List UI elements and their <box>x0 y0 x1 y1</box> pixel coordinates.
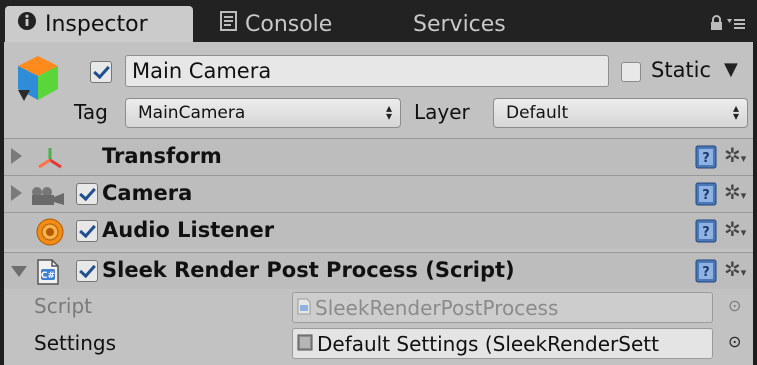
svg-text:C#: C# <box>41 271 55 281</box>
script-object-field: SleekRenderPostProcess <box>292 292 713 323</box>
component-camera[interactable]: Camera ? ✲▾ <box>4 175 753 212</box>
svg-text:?: ? <box>702 265 710 280</box>
name-value: Main Camera <box>132 59 272 83</box>
audio-listener-icon <box>36 218 64 250</box>
active-checkbox[interactable] <box>90 61 112 83</box>
transform-axes-icon <box>36 145 64 175</box>
tab-bar: Inspector Console Services <box>0 0 757 42</box>
gameobject-cube-icon <box>14 54 62 104</box>
dropdown-arrows-icon: ▴ ▾ <box>385 101 392 123</box>
tag-dropdown[interactable]: MainCamera ▴ ▾ <box>125 98 401 128</box>
component-audio-listener[interactable]: Audio Listener ? ✲▾ <box>4 212 753 249</box>
svg-text:?: ? <box>702 151 710 166</box>
tab-inspector[interactable]: Inspector <box>5 6 193 42</box>
tag-label: Tag <box>74 100 108 124</box>
property-label: Script <box>34 294 93 318</box>
help-icon[interactable]: ? <box>695 219 717 243</box>
property-label: Settings <box>34 331 117 355</box>
settings-object-field[interactable]: Default Settings (SleekRenderSett <box>292 328 713 359</box>
static-checkbox[interactable] <box>621 62 641 82</box>
object-picker-icon[interactable]: ⊙ <box>728 332 741 351</box>
help-icon[interactable]: ? <box>695 182 717 206</box>
component-enabled-checkbox[interactable] <box>76 183 98 205</box>
tab-services[interactable]: Services <box>413 6 506 42</box>
info-icon <box>17 11 37 37</box>
csharp-script-icon: C# <box>36 259 60 289</box>
tab-options <box>710 14 745 35</box>
help-icon[interactable]: ? <box>695 259 717 283</box>
foldout-arrow-icon[interactable] <box>11 148 22 164</box>
gear-icon[interactable]: ✲▾ <box>724 180 746 204</box>
script-value: SleekRenderPostProcess <box>315 295 559 320</box>
component-enabled-checkbox[interactable] <box>76 220 98 242</box>
foldout-arrow-icon[interactable] <box>11 185 22 201</box>
component-title: Audio Listener <box>102 218 275 242</box>
help-icon[interactable]: ? <box>695 145 717 169</box>
gameobject-header: Main Camera Static ▼ Tag MainCamera ▴ ▾ L… <box>4 42 753 138</box>
gear-icon[interactable]: ✲▾ <box>724 257 746 281</box>
tab-label: Services <box>413 11 506 37</box>
camera-icon <box>28 186 68 210</box>
layer-value: Default <box>506 103 569 123</box>
layer-label: Layer <box>414 100 470 124</box>
script-properties: Script SleekRenderPostProcess ⊙ Settings… <box>4 292 753 365</box>
component-title: Camera <box>102 181 193 205</box>
static-dropdown-arrow-icon[interactable]: ▼ <box>724 59 738 80</box>
console-icon <box>220 11 237 37</box>
tab-console[interactable]: Console <box>220 6 332 42</box>
tab-menu-icon[interactable] <box>727 14 745 35</box>
static-label: Static <box>651 58 712 82</box>
layer-dropdown[interactable]: Default ▴ ▾ <box>493 98 748 128</box>
component-transform[interactable]: Transform ? ✲▾ <box>4 138 753 175</box>
dropdown-arrows-icon: ▴ ▾ <box>732 101 739 123</box>
component-enabled-checkbox[interactable] <box>76 260 98 282</box>
svg-text:?: ? <box>702 225 710 240</box>
component-title: Transform <box>102 144 222 168</box>
object-picker-icon: ⊙ <box>728 296 742 315</box>
component-title: Sleek Render Post Process (Script) <box>102 258 515 282</box>
tab-label: Inspector <box>45 11 148 37</box>
gameobject-name-field[interactable]: Main Camera <box>125 55 609 87</box>
svg-text:?: ? <box>702 188 710 203</box>
script-file-icon <box>297 296 311 320</box>
tag-value: MainCamera <box>138 103 246 123</box>
component-sleek-render-post-process[interactable]: C# Sleek Render Post Process (Script) ? … <box>4 252 753 289</box>
gear-icon[interactable]: ✲▾ <box>724 143 746 167</box>
asset-icon <box>297 332 313 356</box>
gear-icon[interactable]: ✲▾ <box>724 217 746 241</box>
unity-editor-frame: Inspector Console Services Main Camera S… <box>0 0 757 365</box>
inspector-panel: Main Camera Static ▼ Tag MainCamera ▴ ▾ L… <box>4 42 753 365</box>
settings-value: Default Settings (SleekRenderSett <box>317 331 659 356</box>
lock-icon[interactable] <box>710 14 723 35</box>
tab-label: Console <box>245 11 333 37</box>
foldout-arrow-icon[interactable] <box>11 266 27 277</box>
